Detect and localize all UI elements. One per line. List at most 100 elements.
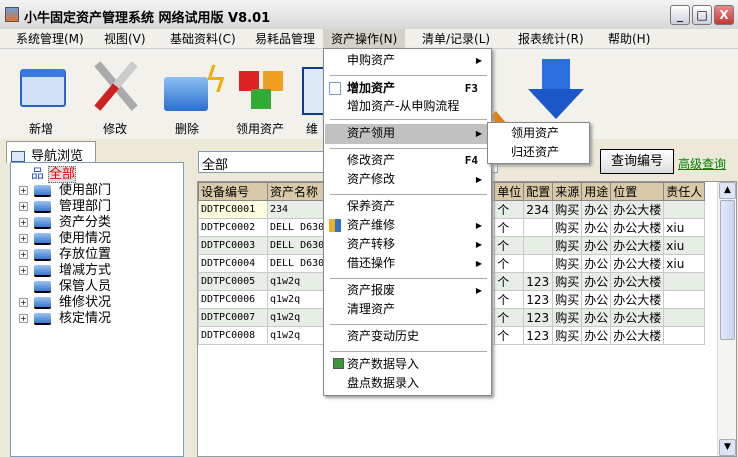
table-cell: 办公大楼 (610, 326, 665, 345)
menu-item-borrow-return[interactable]: 借还操作 ▶ (325, 254, 490, 273)
expand-icon[interactable]: + (19, 314, 28, 323)
menu-bar: 系统管理(M) 视图(V) 基础资料(C) 易耗品管理 资产操作(N) 清单/记… (0, 29, 738, 49)
column-header[interactable]: 资产名称 (266, 182, 328, 201)
menu-item-import[interactable]: 资产数据导入 (325, 355, 490, 374)
menu-item-add-asset[interactable]: 增加资产 F3 (325, 79, 490, 98)
tree-node[interactable]: + 存放位置 (19, 247, 111, 263)
table-cell: q1w2q (266, 326, 328, 345)
submenu-item-return[interactable]: 归还资产 (488, 143, 589, 162)
folder-icon (34, 280, 51, 293)
table-cell: 购买 (552, 236, 583, 255)
table-cell: 个 (494, 254, 525, 273)
submenu-arrow-icon: ▶ (475, 129, 482, 138)
assign-asset-button[interactable]: 领用资产 (225, 49, 295, 139)
column-header[interactable]: 位置 (610, 182, 665, 201)
tree-node-all[interactable]: 品全部 (31, 166, 77, 183)
scroll-thumb[interactable] (720, 200, 735, 340)
maximize-button[interactable]: □ (692, 5, 712, 25)
menu-consumables[interactable]: 易耗品管理 (247, 29, 323, 49)
table-cell: 购买 (552, 290, 583, 309)
minimize-button[interactable]: _ (670, 5, 690, 25)
menu-item-inventory-entry[interactable]: 盘点数据录入 (325, 374, 490, 393)
table-cell: 办公 (581, 236, 612, 255)
magnifier-icon[interactable] (488, 79, 520, 133)
folder-lightning-icon: ϟ (164, 57, 228, 115)
menu-item-purchase[interactable]: 申购资产 ▶ (325, 51, 490, 70)
submenu-arrow-icon: ▶ (475, 221, 482, 230)
menu-item-asset-modify[interactable]: 资产修改 ▶ (325, 170, 490, 189)
expand-icon[interactable]: + (19, 202, 28, 211)
advanced-query-link[interactable]: 高级查询 (678, 155, 726, 172)
scroll-down-icon[interactable]: ▼ (719, 439, 736, 456)
expand-icon[interactable]: + (19, 186, 28, 195)
download-arrow-icon[interactable] (528, 59, 584, 121)
table-cell: 个 (494, 290, 525, 309)
table-cell: 办公大楼 (610, 272, 665, 291)
tree-node[interactable]: + 使用部门 (19, 183, 111, 199)
expand-icon[interactable]: + (19, 266, 28, 275)
menu-basic-data[interactable]: 基础资料(C) (162, 29, 244, 49)
folder-icon (34, 296, 51, 309)
table-cell (663, 326, 706, 345)
expand-icon[interactable]: + (19, 250, 28, 259)
menu-view[interactable]: 视图(V) (96, 29, 154, 49)
menu-item-asset-assign[interactable]: 资产领用 ▶ (325, 124, 490, 144)
menu-asset-operations[interactable]: 资产操作(N) (323, 29, 406, 49)
excel-icon (333, 358, 344, 369)
query-id-button[interactable]: 查询编号 (600, 149, 674, 174)
menu-item-clear[interactable]: 清理资产 (325, 300, 490, 319)
delete-button[interactable]: ϟ 删除 (152, 49, 228, 139)
tree-node[interactable]: 保管人员 (34, 279, 111, 295)
network-icon: 品 (31, 167, 45, 182)
menu-item-add-from-purchase[interactable]: 增加资产-从申购流程 (325, 97, 490, 116)
expand-icon[interactable]: + (19, 234, 28, 243)
menu-reports[interactable]: 报表统计(R) (510, 29, 592, 49)
column-header[interactable]: 责任人 (663, 182, 706, 201)
folder-icon (34, 184, 51, 197)
expand-icon[interactable]: + (19, 218, 28, 227)
expand-icon[interactable]: + (19, 298, 28, 307)
scroll-up-icon[interactable]: ▲ (719, 182, 736, 199)
column-header[interactable]: 来源 (552, 182, 583, 201)
table-cell: 办公大楼 (610, 308, 665, 327)
tree-node[interactable]: + 增减方式 (19, 263, 111, 279)
menu-system[interactable]: 系统管理(M) (8, 29, 92, 49)
table-cell: 办公大楼 (610, 200, 665, 219)
submenu-item-assign[interactable]: 领用资产 (488, 124, 589, 143)
vertical-scrollbar[interactable]: ▲ ▼ (717, 182, 736, 456)
menu-lists-records[interactable]: 清单/记录(L) (414, 29, 498, 49)
menu-item-repair[interactable]: 资产维修 ▶ (325, 216, 490, 235)
table-cell: xiu (663, 218, 706, 237)
document-icon (329, 82, 341, 95)
close-button[interactable]: X (714, 5, 734, 25)
column-header[interactable]: 单位 (494, 182, 525, 201)
table-cell: 办公大楼 (610, 218, 665, 237)
tree-node[interactable]: + 使用情况 (19, 231, 111, 247)
menu-item-edit-asset[interactable]: 修改资产 F4 (325, 151, 490, 170)
edit-button[interactable]: 修改 (80, 49, 150, 139)
table-cell: 购买 (552, 218, 583, 237)
menu-item-change-history[interactable]: 资产变动历史 (325, 327, 490, 346)
menu-separator (330, 75, 487, 76)
menu-item-transfer[interactable]: 资产转移 ▶ (325, 235, 490, 254)
tree-node[interactable]: + 资产分类 (19, 215, 111, 231)
menu-item-maintain[interactable]: 保养资产 (325, 197, 490, 216)
table-cell: 个 (494, 308, 525, 327)
column-header[interactable]: 用途 (581, 182, 612, 201)
tree-node[interactable]: + 核定情况 (19, 311, 111, 327)
table-cell: 办公 (581, 218, 612, 237)
tree-node[interactable]: + 管理部门 (19, 199, 111, 215)
tree-node[interactable]: + 维修状况 (19, 295, 111, 311)
title-bar: 小牛固定资产管理系统 网络试用版 V8.01 _ □ X (0, 0, 738, 30)
new-button[interactable]: 新增 (6, 49, 76, 139)
column-header[interactable]: 配置 (523, 182, 554, 201)
table-cell: xiu (663, 254, 706, 273)
menu-separator (330, 148, 487, 149)
asset-operations-menu: 申购资产 ▶ 增加资产 F3 增加资产-从申购流程 资产领用 ▶ 修改资产 F4 资产修… (323, 48, 492, 396)
tab-navigation[interactable]: 导航浏览 (6, 141, 96, 164)
menu-item-scrap[interactable]: 资产报废 ▶ (325, 281, 490, 300)
panel-splitter[interactable] (188, 140, 194, 457)
column-header[interactable]: 设备编号 (198, 182, 268, 201)
table-cell: DELL D630 (266, 236, 328, 255)
menu-help[interactable]: 帮助(H) (600, 29, 658, 49)
